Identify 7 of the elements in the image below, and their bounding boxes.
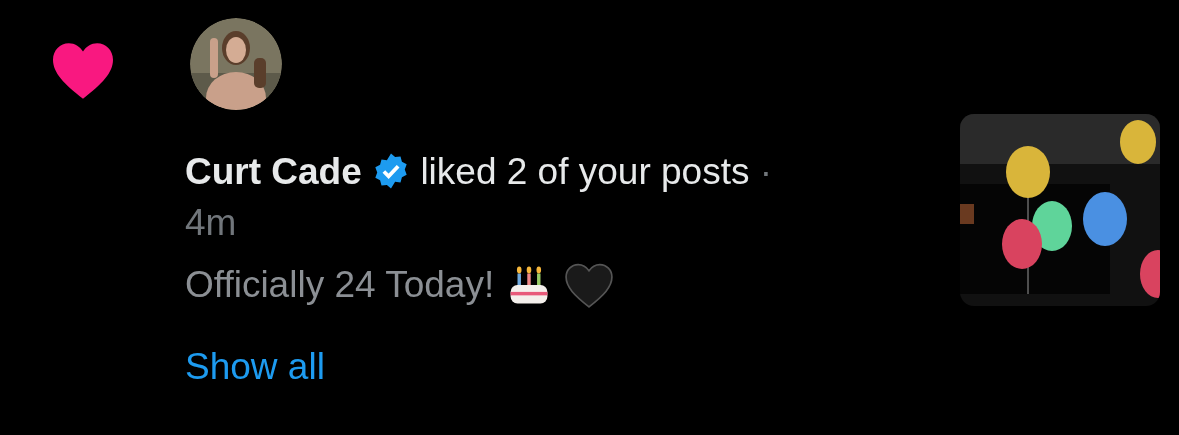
post-text: Officially 24 Today! [185, 264, 495, 306]
show-all-link[interactable]: Show all [185, 346, 325, 388]
separator-dot: · [759, 151, 773, 192]
heart-icon [564, 262, 615, 308]
user-name[interactable]: Curt Cade [185, 151, 362, 192]
timestamp: 4m [185, 201, 238, 245]
action-text: liked 2 of your posts [420, 151, 750, 192]
